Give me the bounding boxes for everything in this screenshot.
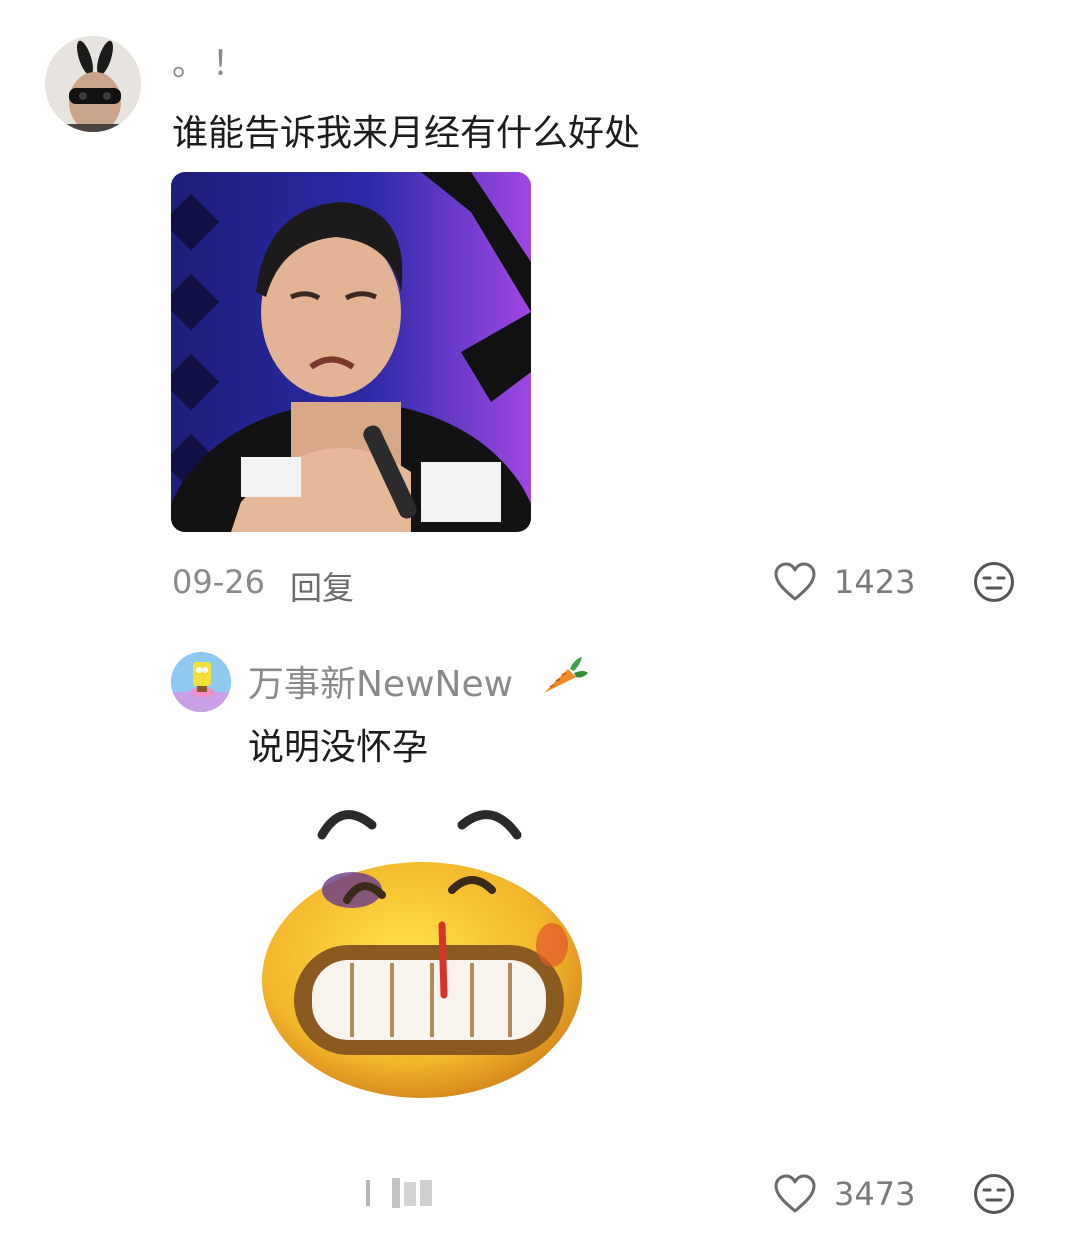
comment-text: 谁能告诉我来月经有什么好处 (172, 113, 641, 154)
like-count: 1423 (834, 563, 916, 601)
comment-text: 说明没怀孕 (248, 727, 429, 768)
meh-face-icon[interactable] (973, 1173, 1015, 1215)
comment-username[interactable]: 。！ (172, 36, 252, 85)
carrot-icon (540, 655, 590, 697)
comment-username[interactable]: 万事新NewNew (248, 655, 513, 707)
reply-button[interactable]: 回复 (290, 563, 354, 609)
comment-photo[interactable] (171, 172, 531, 532)
drag-handle[interactable] (366, 1178, 436, 1208)
comment-date: 09-26 (172, 563, 265, 601)
heart-outline-icon[interactable] (773, 1173, 817, 1215)
heart-outline-icon[interactable] (773, 561, 817, 603)
comment-sticker[interactable] (252, 795, 592, 1105)
avatar[interactable] (171, 652, 231, 712)
meh-face-icon[interactable] (973, 561, 1015, 603)
like-count: 3473 (834, 1175, 916, 1213)
avatar[interactable] (45, 36, 141, 132)
